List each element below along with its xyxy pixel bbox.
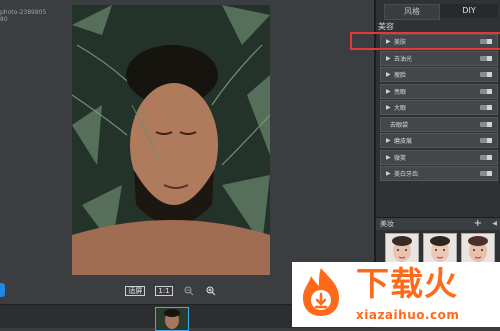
item-label: 磨皮痕: [394, 138, 413, 145]
add-makeup-button[interactable]: +: [474, 218, 482, 230]
expand-arrow-icon: ▶: [386, 54, 391, 62]
zoom-out-icon[interactable]: [183, 285, 195, 297]
fit-screen-button[interactable]: 适屏: [125, 286, 146, 296]
item-remove-shine[interactable]: ▶ 去油光: [380, 50, 498, 66]
section-title-beauty: 美容: [378, 22, 394, 31]
makeup-preset-1[interactable]: [385, 233, 419, 265]
makeup-presets: [385, 233, 500, 265]
makeup-preset-2[interactable]: [423, 233, 457, 265]
item-smooth[interactable]: ▶ 磨皮痕: [380, 133, 498, 148]
item-slim-face[interactable]: ▶ 瘦脸: [380, 67, 498, 82]
expand-arrow-icon: ▶: [386, 71, 391, 78]
side-expand-handle[interactable]: [0, 283, 5, 297]
item-label: 大眼: [394, 105, 407, 112]
collapse-arrow-icon[interactable]: ◀: [492, 218, 497, 230]
item-label: 去油光: [394, 55, 413, 63]
item-skin[interactable]: ▶ 美肤: [350, 32, 500, 50]
panel-tabs: 风格 DIY: [376, 4, 500, 20]
beauty-items-list: ▶ 美肤 ▶ 去油光 ▶ 瘦脸 ▶ 亮眼 ▶ 大眼 去眼袋 ▶ 磨皮痕 ▶ 微笑…: [350, 32, 500, 183]
expand-arrow-icon: ▶: [386, 104, 391, 111]
toggle-switch[interactable]: [480, 154, 492, 160]
toggle-switch[interactable]: [480, 171, 492, 176]
toggle-switch[interactable]: [480, 121, 492, 127]
item-big-eyes[interactable]: ▶ 大眼: [380, 100, 498, 115]
item-bright-eyes[interactable]: ▶ 亮眼: [380, 83, 498, 99]
item-label: 亮眼: [394, 88, 407, 96]
toggle-switch[interactable]: [480, 55, 492, 61]
site-watermark: 下载火 xiazaihuo.com: [292, 262, 500, 327]
file-name: photo-2389805: [0, 9, 47, 16]
makeup-title: 美妆: [380, 220, 394, 228]
item-label: 美白牙齿: [394, 171, 419, 178]
portrait-image: [72, 5, 270, 275]
item-eye-bags[interactable]: 去眼袋: [380, 116, 498, 132]
item-label: 去眼袋: [390, 121, 409, 129]
actual-size-button[interactable]: 1:1: [155, 286, 173, 296]
toggle-switch[interactable]: [480, 39, 492, 44]
toggle-switch[interactable]: [480, 72, 492, 77]
expand-arrow-icon: ▶: [386, 153, 391, 161]
expand-arrow-icon: ▶: [386, 170, 391, 177]
item-label: 微笑: [394, 154, 407, 162]
filmstrip-thumbnail-selected[interactable]: [155, 307, 189, 331]
zoom-toolbar: 适屏 1:1: [72, 282, 270, 300]
expand-arrow-icon: ▶: [386, 87, 391, 95]
watermark-url: xiazaihuo.com: [356, 308, 460, 322]
highlight-box: [350, 32, 500, 50]
makeup-preset-3[interactable]: [461, 233, 495, 265]
photo-preview[interactable]: [72, 5, 270, 275]
item-whiten-teeth[interactable]: ▶ 美白牙齿: [380, 166, 498, 181]
toggle-switch[interactable]: [480, 105, 492, 110]
expand-arrow-icon: ▶: [386, 137, 391, 144]
item-label: 瘦脸: [394, 72, 407, 79]
makeup-section-header: 美妆 + ◀: [376, 217, 500, 230]
tab-diy[interactable]: DIY: [440, 4, 498, 18]
file-sub: 80: [0, 16, 8, 23]
toggle-switch[interactable]: [480, 138, 492, 143]
tab-style[interactable]: 风格: [384, 4, 440, 20]
watermark-title: 下载火: [356, 264, 458, 303]
item-smile[interactable]: ▶ 微笑: [380, 149, 498, 165]
flame-logo-icon: [303, 268, 339, 316]
toggle-switch[interactable]: [480, 88, 492, 94]
zoom-in-icon[interactable]: [205, 285, 217, 297]
file-name-label: photo-2389805 80: [0, 9, 46, 23]
